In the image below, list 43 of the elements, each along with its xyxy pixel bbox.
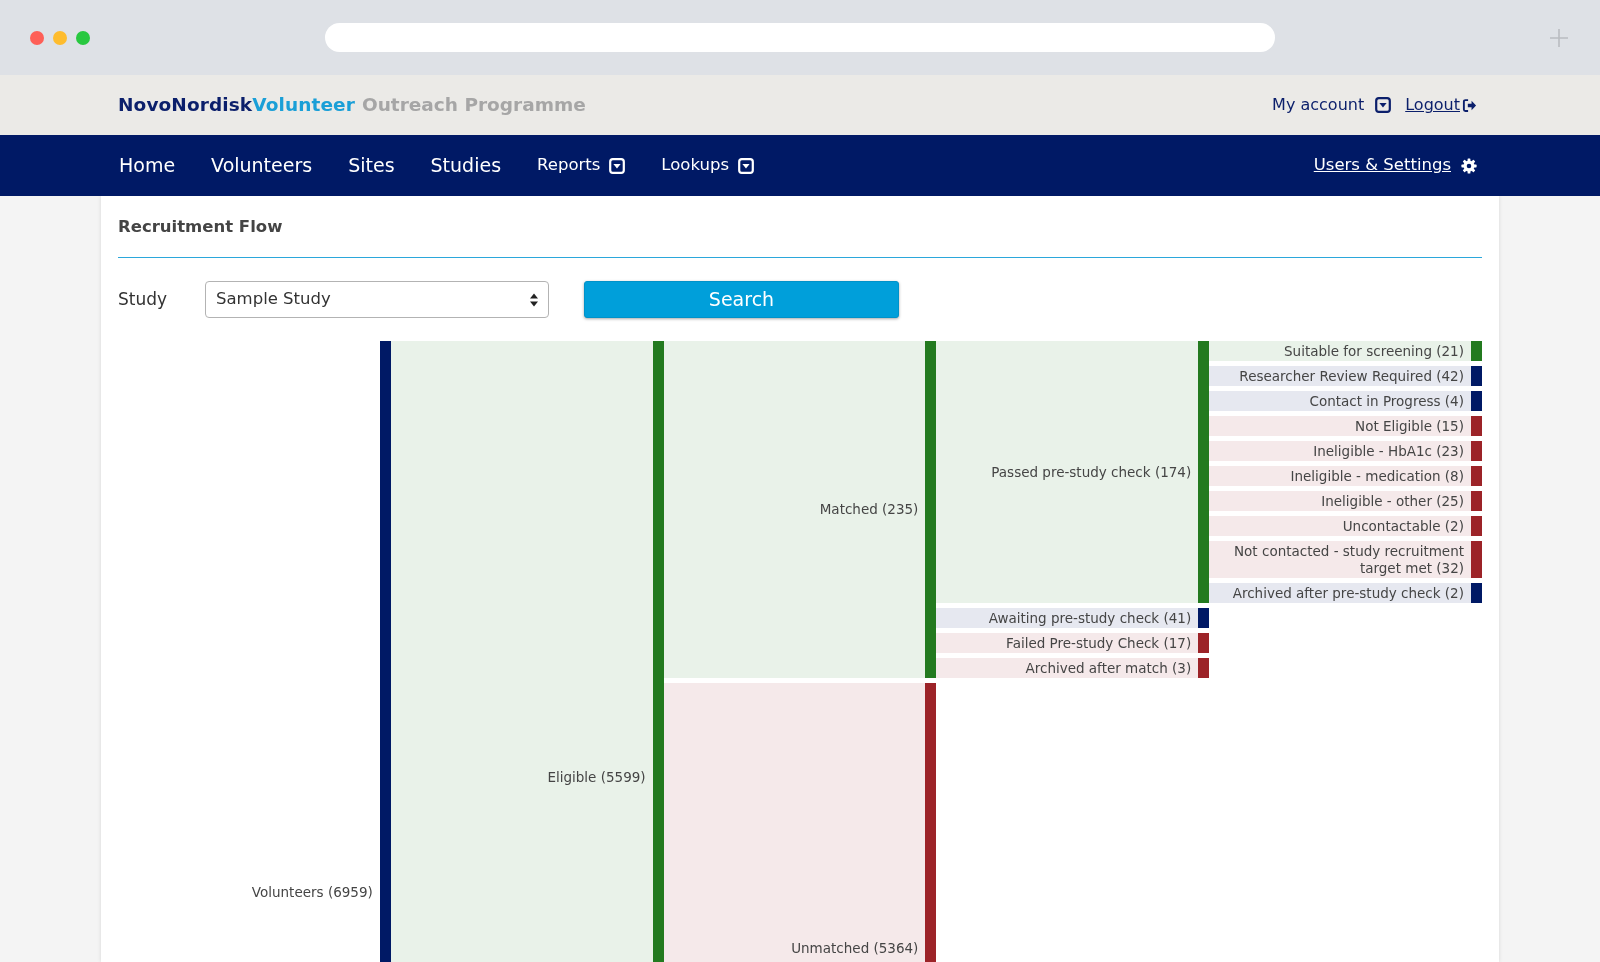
node-label: Ineligible - medication (8) [1289,466,1465,486]
settings-gear-icon [1461,157,1477,174]
window-close-icon[interactable] [30,30,44,45]
study-select[interactable]: Sample Study [205,281,549,318]
settings-link[interactable]: Users & Settings [1313,153,1477,178]
site-tagline: Outreach Programme [361,93,586,118]
node-label: Archived after pre-study check (2) [1231,583,1465,603]
nav-link[interactable]: Sites [348,151,395,180]
node-label: Contact in Progress (4) [1308,391,1465,411]
node-label: Suitable for screening (21) [1283,341,1465,361]
node-label: Ineligible - other (25) [1320,491,1465,511]
site-logo: NovoNordiskVolunteer [118,93,355,118]
dropdown-caret-icon [738,157,754,174]
dropdown-caret-icon [609,157,626,174]
dropdown-caret-icon [1375,97,1392,113]
node-label: Awaiting pre-study check (41) [987,608,1193,628]
logout-icon [1462,97,1477,113]
node-label: Archived after match (3) [1024,658,1193,678]
node-label: Matched (235) [818,500,920,519]
address-bar[interactable] [325,23,1275,52]
node-label: Passed pre-study check (174) [990,462,1193,482]
nav-link[interactable]: Reports [537,153,626,178]
node-label: Ineligible - HbA1c (23) [1312,441,1465,461]
node-label: Uncontactable (2) [1341,516,1465,536]
node-label: Unmatched (5364) [790,939,920,958]
nav-link[interactable]: Volunteers [211,151,313,180]
panel-title: Recruitment Flow [118,196,1482,258]
window-maximize-icon[interactable] [76,30,90,45]
account-menu-link[interactable]: My account [1272,93,1392,117]
node-label: Volunteers (6959) [250,882,374,902]
node-label: Not contacted - study recruitment target met (32) [1233,541,1465,578]
window-minimize-icon[interactable] [53,30,67,45]
node-label: Failed Pre-study Check (17) [1005,633,1193,653]
nav-link[interactable]: Studies [430,151,502,180]
logout-link[interactable]: Logout [1405,93,1477,117]
nav-link[interactable]: Home [119,151,176,180]
new-tab-plus-icon[interactable] [1550,28,1568,47]
nav-link[interactable]: Lookups [661,153,754,178]
study-label: Study [118,287,169,311]
node-label: Eligible (5599) [546,768,647,787]
up-down-arrows-icon [529,291,539,308]
node-label: Researcher Review Required (42) [1238,366,1465,386]
node-label: Not Eligible (15) [1354,416,1465,436]
